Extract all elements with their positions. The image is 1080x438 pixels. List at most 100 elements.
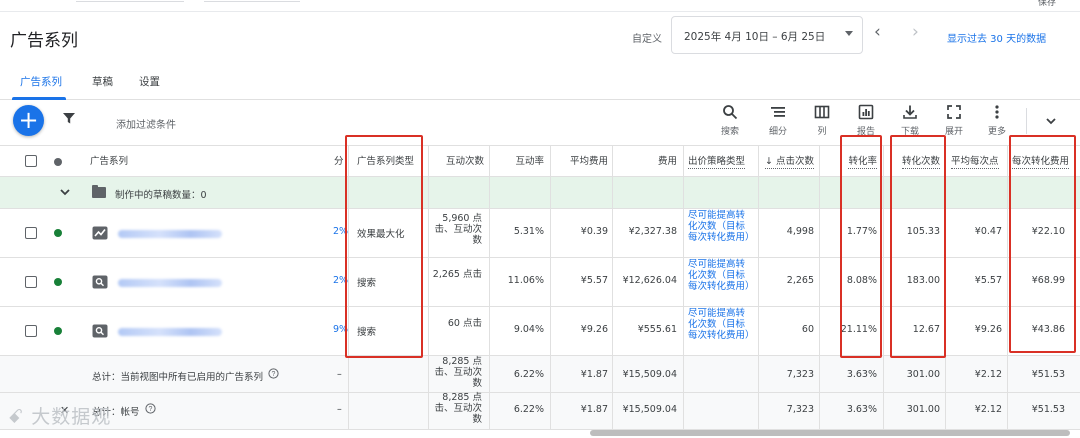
chevron-down-icon[interactable] <box>1044 114 1058 128</box>
campaign-name-link[interactable] <box>118 328 222 336</box>
column-divider <box>819 145 820 430</box>
interaction-rate: 9.04% <box>513 324 544 335</box>
row-checkbox[interactable] <box>25 276 37 288</box>
clicks: 4,998 <box>786 226 814 237</box>
chevron-left-icon[interactable]: ‹ <box>874 22 881 42</box>
page-title: 广告系列 <box>10 31 78 51</box>
bid-strategy-link[interactable]: 尽可能提高转化次数（目标每次转化费用） <box>688 259 755 292</box>
toolbar-expand[interactable]: 展开 <box>937 104 971 137</box>
column-divider <box>683 145 684 430</box>
highlight-cost-per-conv <box>1009 135 1076 353</box>
toolbar-download[interactable]: 下载 <box>893 104 927 137</box>
avg-cost: ¥9.26 <box>580 324 608 335</box>
avg-cost: ¥1.87 <box>580 369 608 380</box>
cost-per-conv: ¥51.53 <box>1031 404 1065 415</box>
clicks: 7,323 <box>786 404 814 415</box>
col-interactions[interactable]: 互动次数 <box>430 146 484 177</box>
avg-cpc: ¥2.12 <box>974 404 1002 415</box>
date-range-picker[interactable]: 2025年 4月 10日 – 6月 25日 <box>671 16 863 54</box>
top-field[interactable] <box>204 0 300 2</box>
cost: ¥555.61 <box>637 324 677 335</box>
toolbar-columns[interactable]: 列 <box>805 104 839 137</box>
toolbar-more[interactable]: 更多 <box>980 104 1014 137</box>
avg-cpc: ¥0.47 <box>974 226 1002 237</box>
chevron-down-icon[interactable] <box>58 185 72 199</box>
col-avg-cost[interactable]: 平均费用 <box>552 146 608 177</box>
help-icon[interactable]: ? <box>268 368 279 379</box>
horizontal-scrollbar[interactable] <box>590 430 1070 436</box>
top-strip: 保存 <box>0 0 1080 12</box>
bid-strategy-link[interactable]: 尽可能提高转化次数（目标每次转化费用） <box>688 308 755 341</box>
col-interaction-rate[interactable]: 互动率 <box>492 146 544 177</box>
campaign-name-link[interactable] <box>118 279 222 287</box>
col-avg-cpc[interactable]: 平均每次点 <box>951 146 1004 177</box>
bid-strategy-link[interactable]: 尽可能提高转化次数（目标每次转化费用） <box>688 210 755 243</box>
interaction-rate: 6.22% <box>513 404 544 415</box>
chevron-right-icon[interactable]: › <box>912 22 919 42</box>
status-column-icon <box>54 158 62 166</box>
folder-icon <box>92 185 106 198</box>
col-bid-strategy[interactable]: 出价策略类型 <box>688 146 758 177</box>
cost: ¥2,327.38 <box>628 226 677 237</box>
totals-row: 总计：当前视图中所有已启用的广告系列 ? – 8,285 点击、互动次数 6.2… <box>0 356 1080 393</box>
download-icon <box>903 105 917 119</box>
interaction-rate: 6.22% <box>513 369 544 380</box>
segment-icon <box>771 107 785 117</box>
interactions: 8,285 点击、互动次数 <box>434 356 482 389</box>
add-campaign-button[interactable]: + <box>13 105 44 136</box>
status-enabled-icon <box>54 278 62 286</box>
tab-campaigns[interactable]: 广告系列 <box>20 74 62 89</box>
interactions: 8,285 点击、互动次数 <box>434 392 482 425</box>
clicks: 2,265 <box>786 275 814 286</box>
column-divider <box>1007 145 1008 430</box>
show-last-30-days-link[interactable]: 显示过去 30 天的数据 <box>947 30 1046 45</box>
clicks: 7,323 <box>786 369 814 380</box>
search-campaign-icon <box>92 324 108 338</box>
col-campaign[interactable]: 广告系列 <box>90 146 240 177</box>
columns-icon <box>814 105 830 119</box>
row-checkbox[interactable] <box>25 325 37 337</box>
optimization-score: – <box>337 404 342 415</box>
col-clicks[interactable]: ↓ 点击次数 <box>760 146 814 177</box>
interaction-rate: 11.06% <box>507 275 544 286</box>
highlight-conv-rate <box>840 135 882 358</box>
date-range-label: 自定义 <box>632 34 662 45</box>
tab-settings[interactable]: 设置 <box>139 74 160 89</box>
cost: ¥15,509.04 <box>622 369 677 380</box>
top-field[interactable] <box>76 0 184 2</box>
cost-per-conv: ¥51.53 <box>1031 369 1065 380</box>
svg-text:?: ? <box>149 406 153 413</box>
report-icon <box>858 104 874 120</box>
avg-cpc: ¥2.12 <box>974 369 1002 380</box>
toolbar-segment[interactable]: 细分 <box>761 104 795 137</box>
svg-text:?: ? <box>272 371 276 378</box>
toolbar-search[interactable]: 搜索 <box>713 104 747 137</box>
watermark: ꗃ 大数据观 <box>8 406 112 428</box>
performance-max-icon <box>92 226 108 240</box>
status-enabled-icon <box>54 327 62 335</box>
row-checkbox[interactable] <box>25 227 37 239</box>
avg-cost: ¥0.39 <box>580 226 608 237</box>
dropdown-arrow-icon <box>845 31 853 36</box>
help-icon[interactable]: ? <box>145 403 156 414</box>
avg-cpc: ¥5.57 <box>974 275 1002 286</box>
column-divider <box>758 145 759 430</box>
tab-drafts[interactable]: 草稿 <box>92 74 113 89</box>
column-divider <box>883 145 884 430</box>
col-cost[interactable]: 费用 <box>615 146 677 177</box>
avg-cpc: ¥9.26 <box>974 324 1002 335</box>
save-link[interactable]: 保存 <box>1038 0 1056 8</box>
clicks: 60 <box>801 324 814 335</box>
campaign-name-link[interactable] <box>118 230 222 238</box>
optimization-score: – <box>337 369 342 380</box>
add-filter-button[interactable]: 添加过滤条件 <box>116 116 176 131</box>
totals-label: 总计：当前视图中所有已启用的广告系列 <box>92 372 264 383</box>
conversions: 301.00 <box>906 369 940 380</box>
toolbar-report[interactable]: 报告 <box>849 104 883 137</box>
filter-icon[interactable] <box>62 111 76 125</box>
conversions: 301.00 <box>906 404 940 415</box>
tab-bar: 广告系列 草稿 设置 <box>0 66 1080 100</box>
toolbar-divider <box>1026 108 1027 134</box>
conv-rate: 3.63% <box>846 369 877 380</box>
select-all-checkbox[interactable] <box>25 155 37 167</box>
